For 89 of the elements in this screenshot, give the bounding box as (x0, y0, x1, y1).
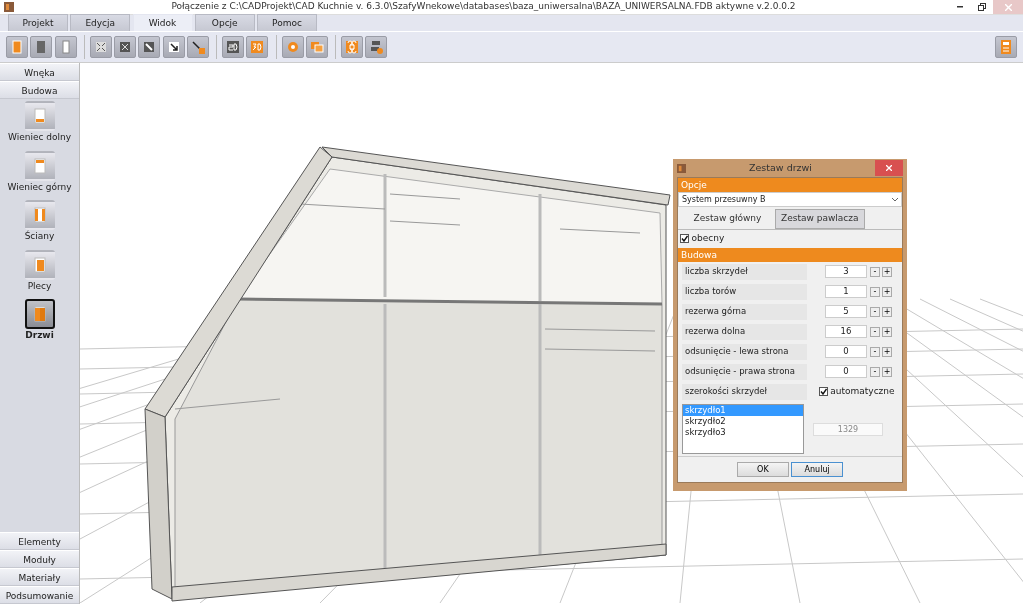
arrow-button[interactable] (162, 36, 185, 58)
checkbox-label: automatyczne (830, 385, 895, 398)
network-icon (368, 39, 385, 55)
network-button[interactable] (365, 36, 388, 58)
field-label: odsunięcie - lewa strona (682, 343, 807, 360)
wing-list[interactable]: skrzydło1 skrzydło2 skrzydło3 (682, 404, 804, 454)
window-title: Połączenie z C:\CADProjekt\CAD Kuchnie v. 6.3.0\SzafyWnekowe\databases\baza_uniwersalna\BAZA_UNIWERSALNA.FDB aktywne v.2.0.0.2 (171, 1, 796, 12)
dialog-button[interactable]: OK (736, 462, 789, 477)
caret-icon (892, 197, 898, 202)
number-field[interactable]: 5 (825, 305, 867, 319)
locked-arrow-icon (189, 39, 206, 55)
sidebar-item-label: Ściany (23, 230, 56, 243)
width-field: 1329 (813, 422, 883, 436)
dialog-title: Zestaw drzwi (749, 161, 812, 173)
dialog-tab[interactable]: Zestaw pawlacza (774, 209, 865, 229)
sidebar-item-label: Drzwi (24, 329, 55, 342)
increment-button[interactable]: + (882, 366, 892, 377)
increment-button[interactable]: + (882, 326, 892, 337)
list-item[interactable]: skrzydło3 (683, 427, 803, 438)
close-button[interactable] (875, 160, 903, 176)
checkbox-label: obecny (691, 232, 725, 245)
number-field[interactable]: 16 (825, 325, 867, 339)
expand-button[interactable] (114, 36, 136, 58)
menu-tab[interactable]: Widok (132, 14, 193, 31)
app-icon (4, 2, 14, 12)
system-select[interactable]: System przesuwny B (678, 192, 902, 207)
sidebar-section-header[interactable]: Wnęka (0, 63, 79, 81)
section-header: Opcje (678, 178, 902, 192)
view-2d-button[interactable] (222, 36, 244, 58)
windows-icon (308, 39, 325, 55)
menu-tab[interactable]: Pomoc (257, 14, 317, 31)
sidebar-item[interactable]: Plecy (0, 247, 79, 297)
sidebar-section-header[interactable]: Budowa (0, 81, 79, 99)
menu-tab[interactable]: Projekt (8, 14, 68, 31)
increment-button[interactable]: + (882, 286, 892, 297)
decrement-button[interactable]: - (870, 366, 880, 377)
field-label: rezerwa dolna (682, 323, 807, 340)
panel-button[interactable] (30, 36, 53, 58)
sidebar-section-header[interactable]: Elementy (0, 532, 79, 550)
sidebar-item[interactable]: Wieniec dolny (0, 99, 79, 149)
field-label: szerokości skrzydeł (682, 383, 807, 400)
decrement-button[interactable]: - (870, 266, 880, 277)
number-field[interactable]: 3 (825, 265, 867, 279)
menu-tab[interactable]: Edycja (70, 14, 131, 31)
dialog-button[interactable]: Anuluj (791, 462, 844, 477)
pointer-button[interactable] (138, 36, 161, 58)
sidebar-item[interactable]: Wieniec górny (0, 148, 79, 198)
sidebar-item-label: Plecy (26, 279, 53, 293)
expand-icon (117, 39, 133, 55)
command-icon (344, 39, 360, 55)
section-header: Budowa (678, 247, 902, 262)
calculator-button[interactable] (995, 36, 1017, 58)
decrement-button[interactable]: - (870, 326, 880, 337)
view-2d-icon (225, 39, 241, 55)
shrink-button[interactable] (89, 36, 112, 58)
number-field[interactable]: 1 (825, 285, 867, 299)
decrement-button[interactable]: - (870, 286, 880, 297)
list-item[interactable]: skrzydło2 (683, 416, 803, 427)
decrement-button[interactable]: - (870, 306, 880, 317)
field-label: odsunięcie - prawa strona (682, 363, 807, 380)
field-label: liczba skrzydeł (682, 263, 807, 280)
close-icon (886, 165, 892, 171)
sidebar-section-header[interactable]: Materiały (0, 568, 79, 586)
checkbox[interactable] (819, 387, 828, 397)
calculator-icon (999, 39, 1013, 55)
minimize-icon (957, 6, 963, 8)
frame-button[interactable] (54, 36, 77, 58)
sidebar-item-label: Wieniec górny (6, 180, 73, 194)
decrement-button[interactable]: - (870, 346, 880, 357)
field-label: liczba torów (682, 283, 807, 300)
increment-button[interactable]: + (882, 266, 892, 277)
increment-button[interactable]: + (882, 346, 892, 357)
sidebar-item-label: Wieniec dolny (6, 131, 72, 144)
menu-tab[interactable]: Opcje (194, 14, 255, 31)
checkbox[interactable] (680, 234, 690, 244)
close-icon (1004, 3, 1012, 11)
number-field[interactable]: 0 (825, 345, 867, 359)
app-icon (677, 163, 686, 173)
field-label: rezerwa górna (682, 303, 807, 320)
restore-icon (978, 3, 986, 11)
sidebar-item[interactable]: Drzwi (0, 297, 79, 347)
sidebar-item[interactable]: Ściany (0, 198, 79, 248)
sidebar-section-header[interactable]: Podsumowanie (0, 586, 79, 604)
increment-button[interactable]: + (882, 306, 892, 317)
sidebar-section-header[interactable]: Moduły (0, 550, 79, 568)
locked-arrow-button[interactable] (186, 36, 209, 58)
view-3d-icon (249, 39, 266, 55)
number-field[interactable]: 0 (825, 365, 867, 379)
door-icon (9, 39, 25, 55)
